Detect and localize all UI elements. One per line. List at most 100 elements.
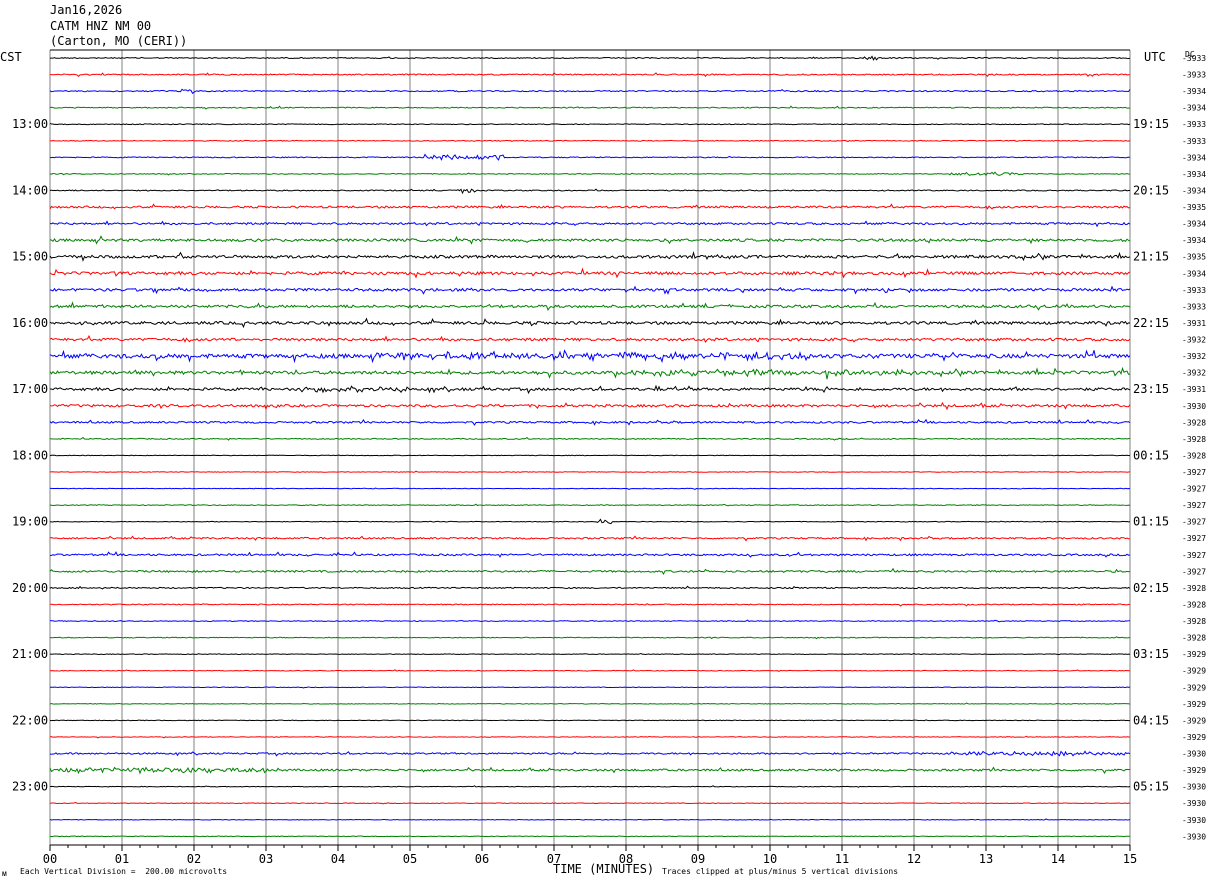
seismogram-plot: 13:00 14:00 15:00 16:00 17:00 18:00 19:00 20:00… bbox=[12, 49, 1206, 866]
right-time-label: 21:15 bbox=[1133, 250, 1169, 264]
dc-offset-label: -3931 bbox=[1182, 319, 1206, 328]
trace-line bbox=[49, 652, 1131, 655]
trace-line bbox=[49, 171, 1131, 177]
dc-offset-label: -3933 bbox=[1182, 302, 1206, 311]
trace-line bbox=[50, 470, 1131, 473]
dc-offset-label: -3927 bbox=[1182, 468, 1206, 477]
trace-line bbox=[49, 669, 1131, 673]
dc-offset-label: -3933 bbox=[1182, 120, 1206, 129]
trace-line bbox=[49, 317, 1131, 329]
vertical-gridlines bbox=[49, 49, 1131, 845]
dc-offset-label: -3929 bbox=[1182, 683, 1206, 692]
dc-offset-label: -3931 bbox=[1182, 385, 1206, 394]
dc-offset-label: -3928 bbox=[1182, 451, 1206, 460]
trace-line bbox=[49, 518, 1131, 525]
trace-line bbox=[49, 636, 1131, 640]
right-time-label: 04:15 bbox=[1133, 713, 1169, 727]
dc-offset-label: -3927 bbox=[1182, 534, 1206, 543]
right-time-label: 20:15 bbox=[1133, 183, 1169, 197]
dc-offset-label: -3934 bbox=[1182, 104, 1206, 113]
dc-offset-label: -3927 bbox=[1182, 501, 1206, 510]
dc-offset-label: -3928 bbox=[1182, 600, 1206, 609]
trace-line bbox=[49, 188, 1131, 195]
dc-offset-label: -3929 bbox=[1182, 766, 1206, 775]
dc-offset-label: -3933 bbox=[1182, 54, 1206, 63]
scale-mark-icon: ᴍ bbox=[2, 869, 7, 878]
trace-line bbox=[49, 719, 1131, 722]
left-time-label: 15:00 bbox=[12, 250, 48, 264]
trace-line bbox=[49, 267, 1131, 279]
left-time-label: 13:00 bbox=[12, 117, 48, 131]
dc-offset-label: -3932 bbox=[1182, 336, 1206, 345]
dc-offset-label: -3927 bbox=[1182, 485, 1206, 494]
trace-line bbox=[49, 436, 1131, 441]
right-time-label: 22:15 bbox=[1133, 316, 1169, 330]
right-time-label: 02:15 bbox=[1133, 581, 1169, 595]
right-time-label: 01:15 bbox=[1133, 515, 1169, 529]
dc-offset-label: -3929 bbox=[1182, 650, 1206, 659]
dc-offset-label: -3930 bbox=[1182, 816, 1206, 825]
x-tick-label: 11 bbox=[835, 852, 849, 866]
dc-offset-label: -3929 bbox=[1182, 700, 1206, 709]
x-tick-label: 14 bbox=[1051, 852, 1065, 866]
right-time-labels: 19:15 20:15 21:15 22:15 23:15 00:15 01:15 02:15… bbox=[1133, 117, 1169, 793]
left-time-label: 22:00 bbox=[12, 713, 48, 727]
trace-line bbox=[49, 551, 1131, 558]
dc-offset-label: -3930 bbox=[1182, 832, 1206, 841]
trace-line bbox=[49, 88, 1131, 94]
trace-line bbox=[49, 72, 1131, 78]
trace-line bbox=[49, 750, 1131, 757]
dc-offset-label: -3928 bbox=[1182, 435, 1206, 444]
dc-offset-label: -3927 bbox=[1182, 567, 1206, 576]
trace-line bbox=[49, 686, 1131, 689]
trace-line bbox=[49, 801, 1131, 805]
x-tick-label: 04 bbox=[331, 852, 345, 866]
left-time-label: 16:00 bbox=[12, 316, 48, 330]
trace-line bbox=[49, 585, 1131, 590]
left-time-label: 17:00 bbox=[12, 382, 48, 396]
trace-line bbox=[49, 401, 1131, 411]
trace-line bbox=[49, 835, 1130, 838]
left-time-label: 14:00 bbox=[12, 183, 48, 197]
trace-line bbox=[49, 139, 1131, 143]
dc-offset-label: -3930 bbox=[1182, 402, 1206, 411]
dc-offset-label: -3929 bbox=[1182, 733, 1206, 742]
right-time-label: 00:15 bbox=[1133, 448, 1169, 462]
dc-offset-label: -3930 bbox=[1182, 799, 1206, 808]
trace-line bbox=[49, 153, 1131, 161]
left-time-label: 21:00 bbox=[12, 647, 48, 661]
dc-offset-label: -3932 bbox=[1182, 369, 1206, 378]
trace-line bbox=[49, 250, 1131, 262]
dc-offset-label: -3934 bbox=[1182, 87, 1206, 96]
left-time-labels: 13:00 14:00 15:00 16:00 17:00 18:00 19:00 20:00… bbox=[12, 117, 48, 793]
dc-offset-labels: -3933 -3933 -3934 -3934 -3933 -3933 -3934 -3934… bbox=[1182, 54, 1206, 841]
trace-line bbox=[49, 418, 1131, 426]
trace-line bbox=[49, 503, 1131, 507]
dc-offset-label: -3934 bbox=[1182, 236, 1206, 245]
dc-offset-label: -3930 bbox=[1182, 783, 1206, 792]
right-time-label: 19:15 bbox=[1133, 117, 1169, 131]
trace-line bbox=[49, 301, 1131, 311]
trace-line bbox=[49, 454, 1131, 457]
trace-line bbox=[49, 567, 1131, 575]
x-tick-label: 02 bbox=[187, 852, 201, 866]
trace-line bbox=[49, 735, 1131, 739]
x-tick-label: 09 bbox=[691, 852, 705, 866]
dc-offset-label: -3934 bbox=[1182, 170, 1206, 179]
trace-line bbox=[49, 285, 1131, 295]
trace-line bbox=[49, 203, 1131, 210]
x-tick-label: 01 bbox=[115, 852, 129, 866]
dc-offset-label: -3934 bbox=[1182, 269, 1206, 278]
right-time-label: 03:15 bbox=[1133, 647, 1169, 661]
right-time-label: 05:15 bbox=[1133, 780, 1169, 794]
trace-line bbox=[49, 349, 1131, 364]
dc-offset-label: -3927 bbox=[1182, 518, 1206, 527]
trace-line bbox=[49, 818, 1131, 821]
x-tick-label: 15 bbox=[1123, 852, 1137, 866]
x-tick-label: 12 bbox=[907, 852, 921, 866]
dc-offset-label: -3932 bbox=[1182, 352, 1206, 361]
trace-line bbox=[49, 122, 1131, 126]
trace-line bbox=[49, 785, 1131, 788]
dc-offset-label: -3929 bbox=[1182, 716, 1206, 725]
dc-offset-label: -3934 bbox=[1182, 186, 1206, 195]
